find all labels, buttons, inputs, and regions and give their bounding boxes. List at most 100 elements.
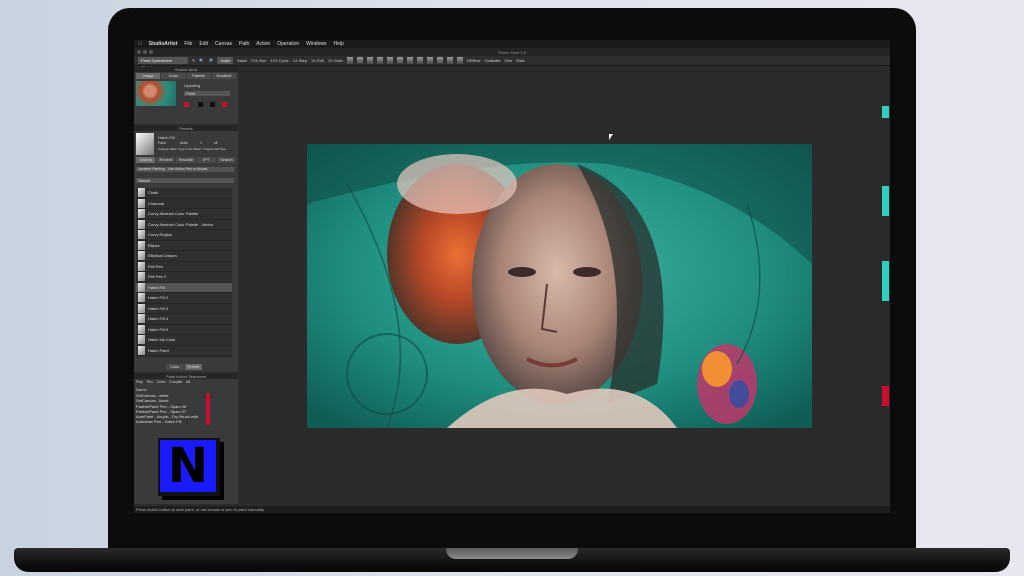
tab-color[interactable]: Color [161,73,186,79]
list-item[interactable]: Charcoal [136,198,232,209]
list-item-label: Hatch Paint [148,347,169,353]
zoom-in-icon[interactable]: 🔍 [199,58,204,63]
color-swatch[interactable] [210,102,215,107]
preset-thumb[interactable] [366,57,373,64]
brush-icon[interactable]: ✎ [192,58,195,63]
brush-thumb-icon [138,240,145,250]
heart-icon[interactable] [346,57,353,64]
color-swatch[interactable] [184,102,189,107]
preset-thumb[interactable] [396,57,403,64]
list-item[interactable]: Felt Pen 2 [136,272,232,283]
table-row[interactable]: Autodraw Pen - Hatch Fill [136,419,206,424]
list-item-selected[interactable]: Hatch Fill [136,282,232,293]
menu-canvas[interactable]: Canvas [215,41,232,47]
brush-thumb-icon [138,272,145,282]
scale-field[interactable]: Scale [217,57,234,64]
list-item[interactable]: Hatch Ink Color [136,335,232,346]
tab-recent[interactable]: Recent [156,157,176,163]
menu-help[interactable]: Help [333,41,343,47]
list-item[interactable]: Curvy Abstract Color Palette [136,209,232,220]
apple-icon[interactable]:  [138,41,142,47]
preset-thumb[interactable] [376,57,383,64]
list-item[interactable]: Chalk [136,188,232,199]
title-bar: Studio Artist 5.5 [134,48,890,56]
menu-windows[interactable]: Windows [306,41,326,47]
mask-button[interactable]: Mask [237,58,247,63]
brush-thumb-icon [138,209,145,219]
wkiz-button[interactable]: Wkiz [516,58,525,63]
z20m-button[interactable]: 20m [504,58,512,63]
edit-button[interactable]: 1X Edit [311,58,324,63]
menu-app[interactable]: StudioArtist [149,41,178,47]
menu-path[interactable]: Path [239,41,249,47]
menu-operation[interactable]: Operation [277,41,299,47]
preset-thumb[interactable] [436,57,443,64]
all-button[interactable]: All [186,380,190,384]
grab-button[interactable]: 1X Grab [328,58,343,63]
preset-thumb[interactable] [426,57,433,64]
zoom-out-icon[interactable]: 🔎 [208,58,213,63]
preset-selector[interactable]: Paint Synthesizer Classic [138,57,188,70]
tab-gallery[interactable]: Gallery [136,157,156,163]
source-panel: Source Area Image Color Palette Gradient… [134,67,238,124]
preset-thumb[interactable] [386,57,393,64]
tab-gradient[interactable]: Gradient [211,73,236,79]
brush-thumb-icon [138,282,145,292]
play-button[interactable]: Play [136,380,143,384]
list-item[interactable]: Hatch Fill 5 [136,324,232,335]
run-button[interactable]: 1X1 Run [251,58,267,63]
list-item[interactable]: Hatch Paint [136,345,232,356]
right-toolstrip [881,66,890,513]
preset-thumb[interactable] [446,57,453,64]
tab-image[interactable]: Image [136,73,161,79]
preset-thumb[interactable] [356,57,363,64]
source-image-thumbnail[interactable] [136,81,176,106]
list-item-label: Hatch Ink Color [148,337,176,343]
hdrise-button[interactable]: HDRise [467,58,481,63]
tool-swatch[interactable] [882,386,889,406]
brush-thumb-icon [138,335,145,345]
preset-thumb[interactable] [456,57,463,64]
cycle-button[interactable]: 1X1 Cycle [270,58,288,63]
list-item[interactable]: Curvy Region [136,230,232,241]
tool-swatch[interactable] [882,186,889,216]
step-button[interactable]: 1X Step [293,58,307,63]
brush-thumb-icon [138,251,145,261]
list-item-label: Hatch Fill 5 [148,326,169,332]
list-item[interactable]: Curvy Abstract Color Palette - Vector [136,219,232,230]
menu-edit[interactable]: Edit [199,41,208,47]
tab-search[interactable]: Search [216,157,237,163]
list-item[interactable]: Hatch Fill 2 [136,293,232,304]
app-screen:  StudioArtist File Edit Canvas Path Act… [134,40,890,513]
painting-canvas[interactable] [307,144,812,428]
undo-button[interactable]: Undo [157,380,165,384]
tool-swatch[interactable] [882,261,889,301]
mode-dropdown[interactable]: Assisted Painting - Use Action Pen or Mo… [136,167,234,172]
source-dropdown[interactable]: Paint [184,91,230,96]
list-item[interactable]: Hatch Fill 4 [136,314,232,325]
category-dropdown[interactable]: Sketch [136,178,234,183]
list-item[interactable]: Ellipse [136,240,232,251]
list-item-label: Hatch Fill [148,284,165,290]
compile-button[interactable]: Compile [169,380,182,384]
brush-thumb-icon [138,303,145,313]
brush-thumb-icon [138,230,145,240]
list-item[interactable]: Hatch Fill 3 [136,303,232,314]
tab-preset-filter[interactable]: Preset [184,364,202,370]
record-button[interactable]: Rec [147,380,153,384]
list-item[interactable]: Elliptical Crayon [136,251,232,262]
tool-swatch[interactable] [882,106,889,118]
color-swatch[interactable] [222,102,227,107]
menu-action[interactable]: Action [256,41,270,47]
tab-color-filter[interactable]: Color [166,364,184,370]
oddballs-button[interactable]: Oddballs [485,58,501,63]
tab-palette[interactable]: Palette [186,73,211,79]
list-item[interactable]: Felt Pen [136,261,232,272]
tab-ipt[interactable]: IPT [196,157,216,163]
menu-file[interactable]: File [184,41,192,47]
tab-favorite[interactable]: Favorite [176,157,196,163]
preset-thumb[interactable] [406,57,413,64]
color-swatch[interactable] [198,102,203,107]
brush-thumb-icon [138,345,145,355]
preset-thumb[interactable] [416,57,423,64]
